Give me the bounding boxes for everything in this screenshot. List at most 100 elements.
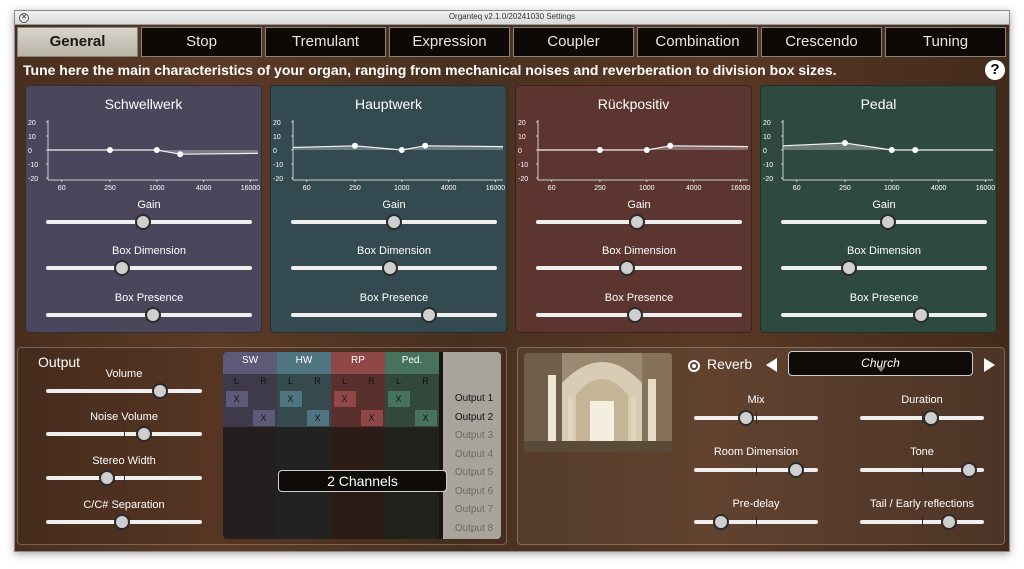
tail-early-reflections-label: Tail / Early reflections <box>870 498 974 510</box>
room-preset-select[interactable]: Church <box>788 351 973 376</box>
routing-cell[interactable] <box>334 410 356 426</box>
division-panel-pedal: Pedal 20 10 0 -10 -20 60 250 1000 4000 16000 Gain Bo… <box>760 85 997 333</box>
routing-cell[interactable]: X <box>387 391 410 407</box>
box-presence-slider-track[interactable] <box>781 313 987 317</box>
box-presence-slider-knob[interactable] <box>421 307 437 323</box>
eq-x-tick-label: 1000 <box>394 185 410 192</box>
tab-general[interactable]: General <box>17 27 138 57</box>
division-title: Pedal <box>860 96 897 112</box>
box-presence-slider-knob[interactable] <box>627 307 643 323</box>
eq-graph[interactable]: 20 10 0 -10 -20 60 250 1000 4000 16000 <box>761 116 998 196</box>
box-dimension-label: Box Dimension <box>847 245 921 257</box>
routing-cell[interactable] <box>415 391 437 407</box>
eq-point-handle[interactable] <box>177 151 184 158</box>
routing-cell[interactable] <box>361 391 383 407</box>
eq-point-handle[interactable] <box>888 147 895 153</box>
division-title: Hauptwerk <box>355 96 422 112</box>
reverb-panel: Reverb Church Mix Duration Room Dimension T… <box>517 347 1005 545</box>
box-dimension-slider-track[interactable] <box>46 266 252 270</box>
routing-cell[interactable]: X <box>306 409 329 426</box>
pre-delay-slider-knob[interactable] <box>713 514 729 530</box>
eq-y-tick-label: -10 <box>28 162 38 169</box>
box-presence-slider-track[interactable] <box>291 313 497 317</box>
gain-slider-knob[interactable] <box>386 214 402 230</box>
dropdown-caret-icon <box>877 367 885 372</box>
channels-selector[interactable]: 2 Channels <box>278 470 447 492</box>
volume-slider-knob[interactable] <box>152 383 168 399</box>
eq-point-handle[interactable] <box>841 140 848 146</box>
stereo-width-slider-knob[interactable] <box>99 470 115 486</box>
eq-point-handle[interactable] <box>398 147 405 153</box>
output-row-label: Output 8 <box>454 522 494 534</box>
next-room-arrow-icon[interactable] <box>984 358 995 372</box>
eq-x-tick-label: 4000 <box>196 185 212 192</box>
routing-cell[interactable]: X <box>252 409 275 426</box>
eq-point-handle[interactable] <box>106 147 113 153</box>
reverb-toggle-radio[interactable] <box>688 360 700 372</box>
room-dimension-slider-knob[interactable] <box>788 462 804 478</box>
separation-label: C/C# Separation <box>83 499 165 511</box>
routing-cell[interactable]: X <box>414 409 437 426</box>
routing-cell[interactable] <box>226 410 248 426</box>
mix-slider-knob[interactable] <box>738 410 754 426</box>
eq-graph[interactable]: 20 10 0 -10 -20 60 250 1000 4000 16000 <box>271 116 508 196</box>
eq-y-tick-label: 0 <box>763 148 767 155</box>
output-row-label: Output 6 <box>454 485 494 497</box>
tab-tremulant[interactable]: Tremulant <box>265 27 386 57</box>
box-dimension-slider-track[interactable] <box>781 266 987 270</box>
routing-cell[interactable]: X <box>333 391 356 407</box>
eq-point-handle[interactable] <box>596 147 603 153</box>
eq-point-handle[interactable] <box>667 142 674 149</box>
eq-x-tick-label: 1000 <box>149 185 165 192</box>
tab-stop[interactable]: Stop <box>141 27 262 57</box>
tone-slider-knob[interactable] <box>961 462 977 478</box>
tab-coupler[interactable]: Coupler <box>513 27 634 57</box>
routing-cell[interactable]: X <box>279 391 302 407</box>
box-dimension-slider-knob[interactable] <box>841 260 857 276</box>
eq-point-handle[interactable] <box>643 147 650 153</box>
gain-slider-knob[interactable] <box>880 214 896 230</box>
routing-cell[interactable] <box>280 410 302 426</box>
box-dimension-slider-knob[interactable] <box>619 260 635 276</box>
routing-cell[interactable] <box>388 410 410 426</box>
eq-y-tick-label: -20 <box>273 176 283 183</box>
gain-label: Gain <box>872 199 896 211</box>
gain-slider-knob[interactable] <box>135 214 151 230</box>
eq-point-handle[interactable] <box>351 142 358 149</box>
tab-expression[interactable]: Expression <box>389 27 510 57</box>
page-description: Tune here the main characteristics of yo… <box>23 62 837 78</box>
tail-early-reflections-slider-knob[interactable] <box>941 514 957 530</box>
eq-x-tick-label: 16000 <box>731 185 751 192</box>
noise-volume-slider-knob[interactable] <box>136 426 152 442</box>
eq-point-handle[interactable] <box>422 142 429 149</box>
tab-crescendo[interactable]: Crescendo <box>761 27 882 57</box>
tab-tuning[interactable]: Tuning <box>885 27 1006 57</box>
division-title: Schwellwerk <box>104 96 183 112</box>
eq-x-tick-label: 60 <box>548 185 556 192</box>
separation-slider-knob[interactable] <box>114 514 130 530</box>
routing-cell[interactable]: X <box>225 391 248 407</box>
box-presence-slider-knob[interactable] <box>913 307 929 323</box>
routing-cell[interactable] <box>253 391 275 407</box>
eq-point-handle[interactable] <box>153 147 160 153</box>
previous-room-arrow-icon[interactable] <box>766 358 777 372</box>
eq-x-tick-label: 250 <box>349 185 361 192</box>
room-dimension-default-tick <box>756 464 757 476</box>
box-dimension-label: Box Dimension <box>357 245 431 257</box>
eq-point-handle[interactable] <box>912 147 919 153</box>
box-presence-slider-knob[interactable] <box>145 307 161 323</box>
duration-slider-knob[interactable] <box>923 410 939 426</box>
box-dimension-slider-knob[interactable] <box>382 260 398 276</box>
box-dimension-slider-knob[interactable] <box>114 260 130 276</box>
eq-x-tick-label: 250 <box>839 185 851 192</box>
routing-cell[interactable] <box>307 391 329 407</box>
eq-graph[interactable]: 20 10 0 -10 -20 60 250 1000 4000 16000 <box>516 116 753 196</box>
box-dimension-slider-track[interactable] <box>536 266 742 270</box>
volume-slider-track[interactable] <box>46 389 202 393</box>
routing-cell[interactable]: X <box>360 409 383 426</box>
routing-channel-header: R <box>314 376 321 386</box>
eq-graph[interactable]: 20 10 0 -10 -20 60 250 1000 4000 16000 <box>26 116 263 196</box>
gain-slider-knob[interactable] <box>629 214 645 230</box>
tab-combination[interactable]: Combination <box>637 27 758 57</box>
help-button[interactable]: ? <box>985 60 1005 80</box>
